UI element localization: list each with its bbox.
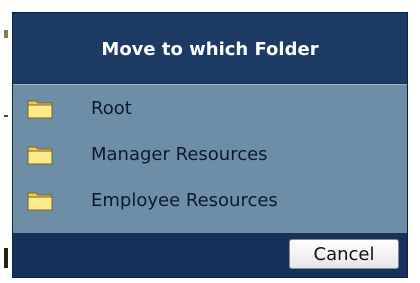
background-fragment xyxy=(4,115,8,117)
folder-label: Manager Resources xyxy=(91,143,268,165)
folder-icon xyxy=(27,143,53,165)
page: Move to which Folder Root Manager Resour… xyxy=(0,0,420,283)
folder-item-manager-resources[interactable]: Manager Resources xyxy=(13,131,407,177)
folder-label: Root xyxy=(91,97,132,119)
folder-label: Employee Resources xyxy=(91,189,278,211)
background-fragment xyxy=(4,30,8,38)
cancel-button[interactable]: Cancel xyxy=(289,239,399,269)
folder-list: Root Manager Resources Employee Resource… xyxy=(13,84,407,233)
dialog-title: Move to which Folder xyxy=(101,38,319,60)
background-fragment xyxy=(4,248,8,268)
dialog-header: Move to which Folder xyxy=(13,13,407,83)
folder-icon xyxy=(27,97,53,119)
dialog-footer: Cancel xyxy=(13,233,407,277)
folder-item-employee-resources[interactable]: Employee Resources xyxy=(13,177,407,223)
folder-item-root[interactable]: Root xyxy=(13,85,407,131)
folder-icon xyxy=(27,189,53,211)
move-folder-dialog: Move to which Folder Root Manager Resour… xyxy=(12,12,408,278)
